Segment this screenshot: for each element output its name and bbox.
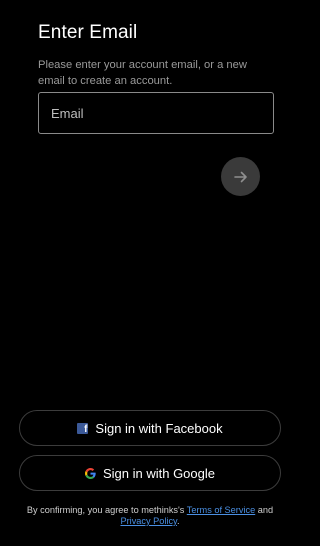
terms-footer: By confirming, you agree to methinks's T… bbox=[0, 505, 300, 527]
terms-of-service-link[interactable]: Terms of Service bbox=[187, 505, 255, 515]
facebook-signin-label: Sign in with Facebook bbox=[95, 420, 223, 436]
email-field[interactable] bbox=[38, 92, 274, 134]
next-button[interactable] bbox=[221, 157, 260, 196]
footer-prefix: By confirming, you agree to methinks's bbox=[26, 505, 185, 515]
page-title: Enter Email bbox=[38, 22, 138, 43]
google-signin-label: Sign in with Google bbox=[102, 465, 215, 481]
page-subtitle: Please enter your account email, or a ne… bbox=[38, 59, 247, 87]
footer-suffix: . bbox=[176, 516, 180, 526]
google-signin-button[interactable]: Sign in with Google bbox=[19, 455, 281, 491]
privacy-policy-link[interactable]: Privacy Policy bbox=[120, 516, 177, 526]
google-icon bbox=[84, 467, 96, 479]
footer-and: and bbox=[257, 505, 274, 515]
facebook-icon: f bbox=[77, 422, 89, 434]
facebook-signin-button[interactable]: f Sign in with Facebook bbox=[19, 410, 281, 446]
arrow-right-icon bbox=[233, 171, 247, 182]
